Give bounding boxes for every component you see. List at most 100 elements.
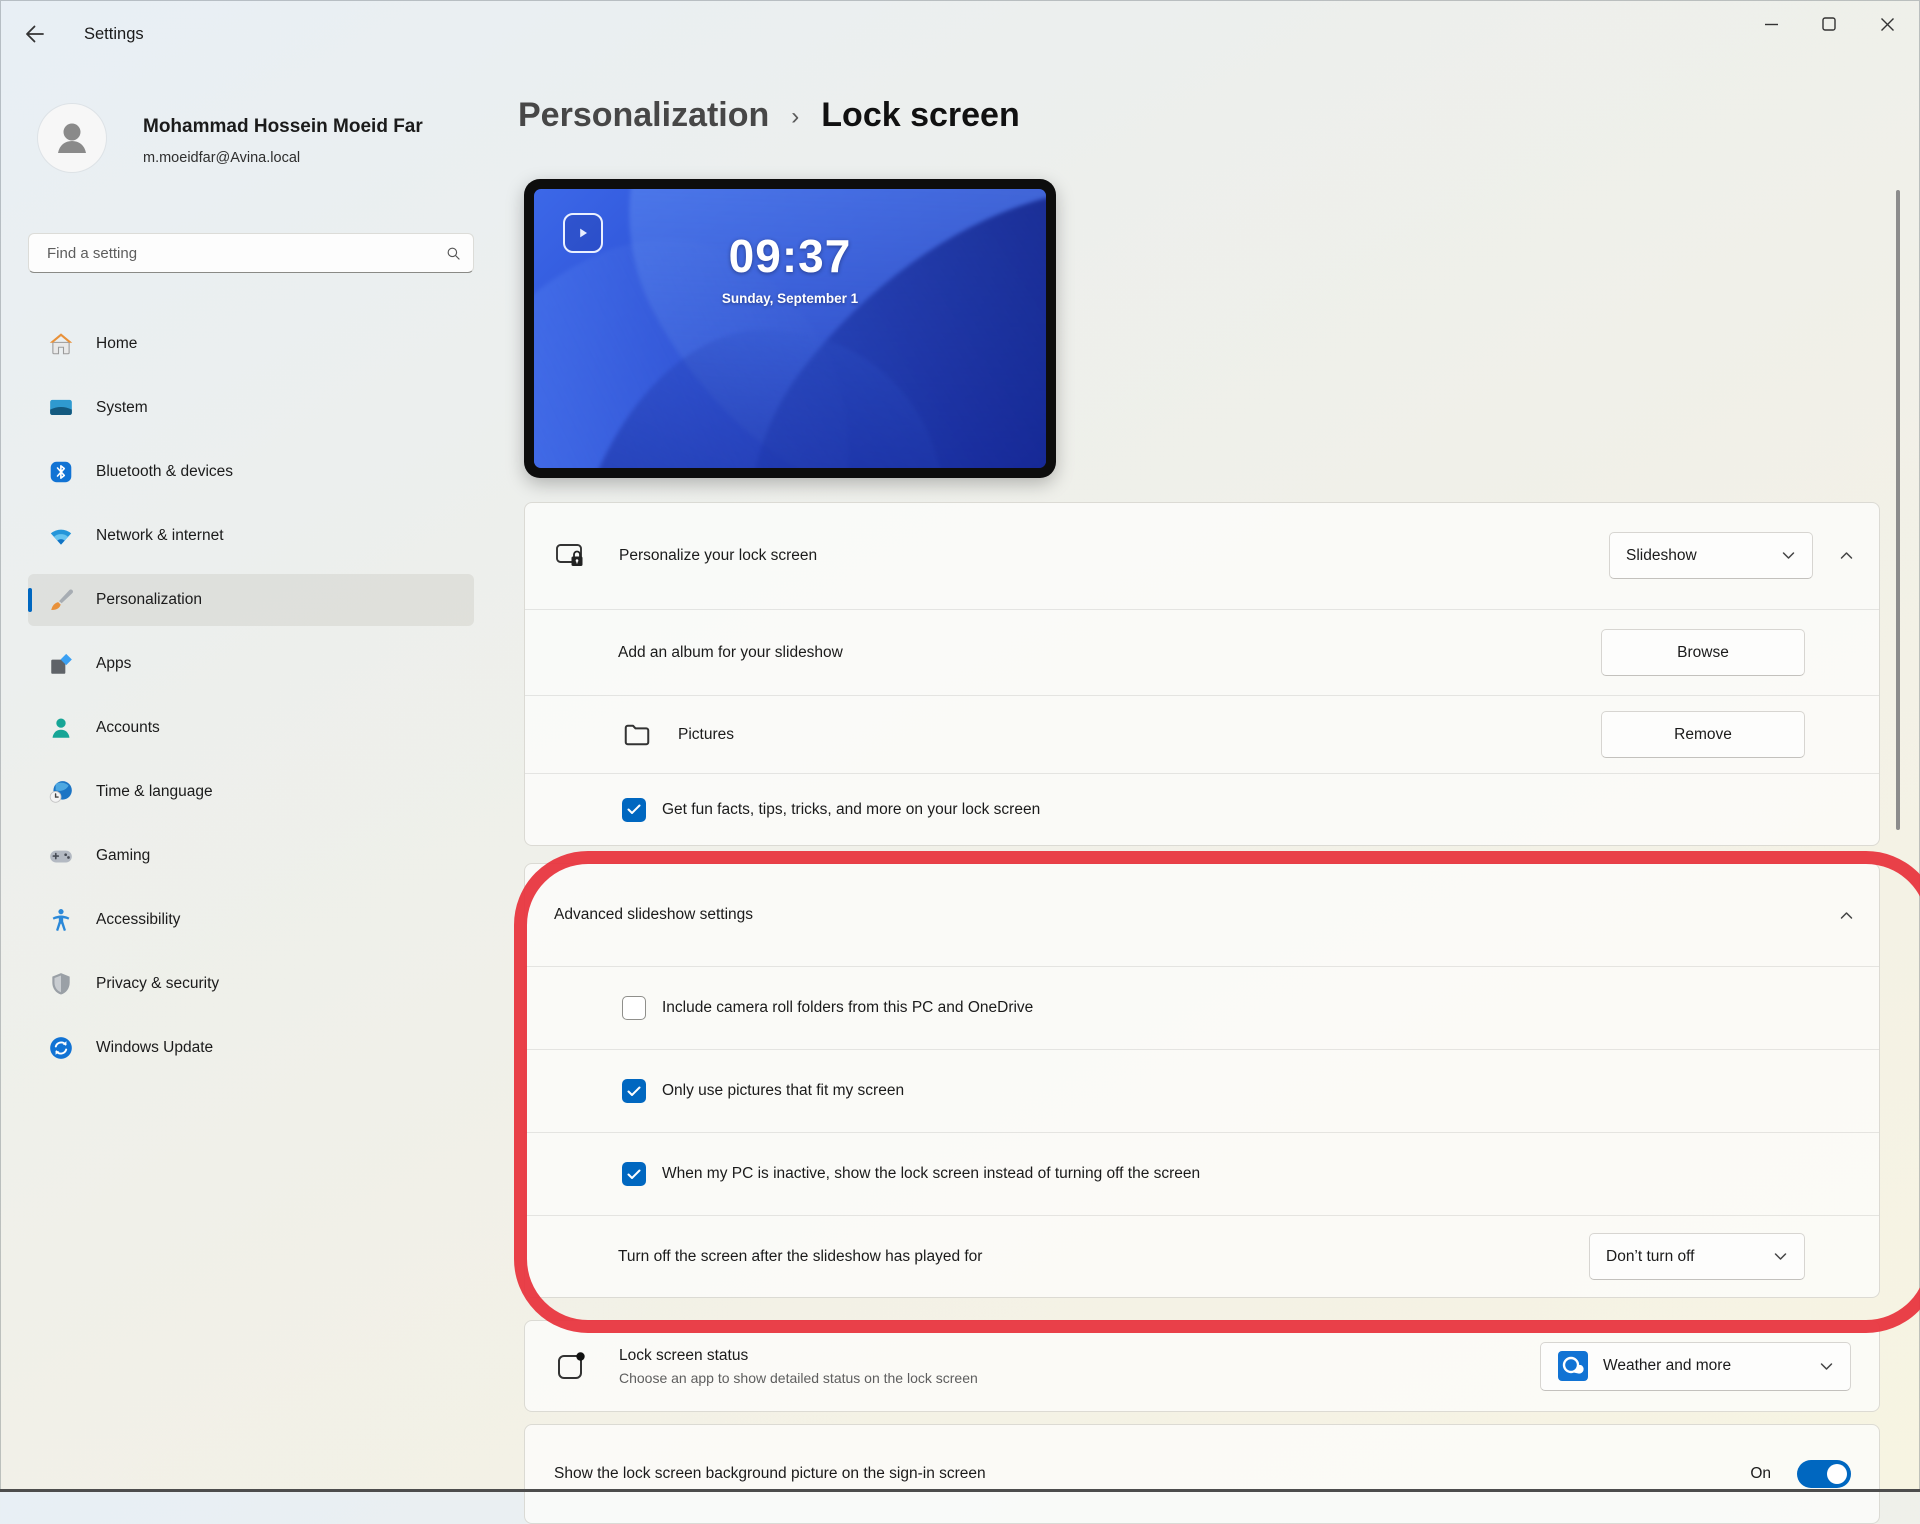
sidebar-item-label: Privacy & security: [96, 975, 220, 992]
maximize-icon: [1822, 17, 1836, 31]
close-icon: [1880, 17, 1894, 31]
album-row-label: Add an album for your slideshow: [618, 643, 843, 661]
search-icon: [447, 247, 460, 260]
sidebar-item-label: Windows Update: [96, 1039, 214, 1056]
signin-background-toggle[interactable]: [1797, 1460, 1851, 1488]
sidebar-item-windows-update[interactable]: Windows Update: [28, 1022, 474, 1074]
collapse-section-button[interactable]: [1839, 908, 1854, 923]
sidebar-item-label: Accessibility: [96, 911, 181, 928]
sidebar-item-home[interactable]: Home: [28, 318, 474, 370]
toggle-knob: [1827, 1464, 1847, 1484]
accounts-icon: [52, 718, 70, 738]
advanced-settings-title: Advanced slideshow settings: [554, 906, 754, 923]
lock-screen-status-card: Lock screen status Choose an app to show…: [524, 1320, 1880, 1412]
fun-facts-label: Get fun facts, tips, tricks, and more on…: [662, 800, 1041, 818]
sidebar-item-label: Network & internet: [96, 527, 224, 544]
camera-roll-label: Include camera roll folders from this PC…: [662, 999, 1034, 1016]
pc-inactive-label: When my PC is inactive, show the lock sc…: [662, 1165, 1201, 1182]
sidebar-item-apps[interactable]: Apps: [28, 638, 474, 690]
personalization-icon: [51, 589, 74, 610]
personalize-lock-screen-icon: [556, 543, 583, 566]
sidebar-item-label: Home: [96, 335, 138, 352]
sidebar-item-label: Gaming: [96, 847, 151, 864]
lock-screen-status-icon: [558, 1352, 585, 1379]
chevron-down-icon: [1774, 1253, 1787, 1260]
sidebar-nav: Home System Bluetooth & devices Network …: [28, 318, 474, 1086]
user-email: m.moeidfar@Avina.local: [143, 150, 301, 166]
pc-inactive-row: When my PC is inactive, show the lock sc…: [525, 1133, 1879, 1215]
fit-screen-label: Only use pictures that fit my screen: [662, 1082, 905, 1099]
lock-screen-preview: 09:37 Sunday, September 1: [524, 179, 1056, 478]
sidebar-item-accounts[interactable]: Accounts: [28, 702, 474, 754]
camera-roll-row: Include camera roll folders from this PC…: [525, 967, 1879, 1049]
signin-background-row: Show the lock screen background picture …: [525, 1425, 1879, 1523]
sidebar-item-label: System: [96, 399, 148, 416]
advanced-settings-header-row: Advanced slideshow settings: [525, 864, 1879, 966]
pictures-album-row: Pictures Remove: [525, 696, 1879, 773]
preview-clock: 09:37: [728, 230, 852, 282]
browse-button[interactable]: Browse: [1601, 629, 1805, 677]
lock-screen-type-dropdown[interactable]: Slideshow: [1609, 532, 1813, 580]
personalize-lock-screen-card: Personalize your lock screen Slideshow A…: [524, 502, 1880, 846]
back-arrow-icon: [26, 25, 44, 43]
personalize-lock-screen-row: Personalize your lock screen Slideshow: [525, 503, 1879, 609]
minimize-button[interactable]: [1742, 3, 1800, 45]
album-row: Add an album for your slideshow Browse: [525, 610, 1879, 696]
camera-roll-checkbox[interactable]: [622, 996, 646, 1020]
lock-screen-type-value: Slideshow: [1626, 546, 1697, 564]
sidebar-item-personalization[interactable]: Personalization: [28, 574, 474, 626]
breadcrumb-separator-icon: ›: [791, 103, 800, 130]
search-box[interactable]: [28, 233, 474, 273]
remove-button[interactable]: Remove: [1601, 711, 1805, 759]
sidebar-item-gaming[interactable]: Gaming: [28, 830, 474, 882]
accessibility-icon: [52, 909, 70, 932]
toggle-state-label: On: [1750, 1465, 1771, 1482]
gaming-icon: [50, 850, 72, 863]
user-name: Mohammad Hossein Moeid Far: [143, 116, 423, 137]
privacy-security-icon: [52, 973, 70, 995]
apps-icon: [51, 653, 72, 674]
breadcrumb: Personalization › Lock screen: [518, 96, 1020, 135]
scrollbar[interactable]: [1896, 190, 1900, 830]
maximize-button[interactable]: [1800, 3, 1858, 45]
check-icon: [627, 804, 641, 815]
home-icon: [49, 333, 73, 355]
collapse-section-button[interactable]: [1839, 548, 1854, 563]
windows-update-icon: [50, 1037, 72, 1059]
back-button[interactable]: [24, 23, 46, 45]
turn-off-screen-dropdown[interactable]: Don’t turn off: [1589, 1233, 1805, 1280]
lock-screen-wallpaper: 09:37 Sunday, September 1: [534, 189, 1046, 468]
turn-off-screen-row: Turn off the screen after the slideshow …: [525, 1216, 1879, 1297]
sidebar-item-accessibility[interactable]: Accessibility: [28, 894, 474, 946]
status-app-dropdown[interactable]: Weather and more: [1540, 1341, 1851, 1391]
lock-screen-status-subtitle: Choose an app to show detailed status on…: [619, 1369, 978, 1386]
network-icon: [50, 529, 72, 545]
weather-app-icon: [1558, 1351, 1588, 1381]
fun-facts-checkbox[interactable]: [622, 797, 646, 822]
status-app-value: Weather and more: [1603, 1357, 1732, 1374]
fit-screen-checkbox[interactable]: [622, 1079, 646, 1103]
sidebar-item-system[interactable]: System: [28, 382, 474, 434]
album-name: Pictures: [678, 725, 734, 743]
avatar[interactable]: [38, 104, 106, 172]
advanced-slideshow-settings-card: Advanced slideshow settings Include came…: [524, 863, 1880, 1298]
bluetooth-icon: [50, 461, 72, 483]
fit-screen-row: Only use pictures that fit my screen: [525, 1050, 1879, 1132]
sidebar-item-bluetooth-devices[interactable]: Bluetooth & devices: [28, 446, 474, 498]
search-input[interactable]: [45, 243, 446, 263]
lock-screen-status-title: Lock screen status: [619, 1346, 749, 1364]
user-icon: [58, 123, 86, 153]
lock-screen-status-row: Lock screen status Choose an app to show…: [525, 1321, 1879, 1411]
sidebar-item-privacy-security[interactable]: Privacy & security: [28, 958, 474, 1010]
breadcrumb-parent[interactable]: Personalization: [518, 96, 769, 135]
fun-facts-row: Get fun facts, tips, tricks, and more on…: [525, 774, 1879, 845]
pc-inactive-checkbox[interactable]: [622, 1162, 646, 1186]
folder-icon: [624, 724, 650, 746]
window-title: Settings: [84, 25, 144, 43]
chevron-down-icon: [1820, 1362, 1833, 1370]
page-title: Lock screen: [821, 96, 1020, 134]
close-button[interactable]: [1858, 3, 1916, 45]
sidebar-item-time-language[interactable]: Time & language: [28, 766, 474, 818]
sidebar-item-network-internet[interactable]: Network & internet: [28, 510, 474, 562]
signin-background-label: Show the lock screen background picture …: [554, 1465, 986, 1482]
